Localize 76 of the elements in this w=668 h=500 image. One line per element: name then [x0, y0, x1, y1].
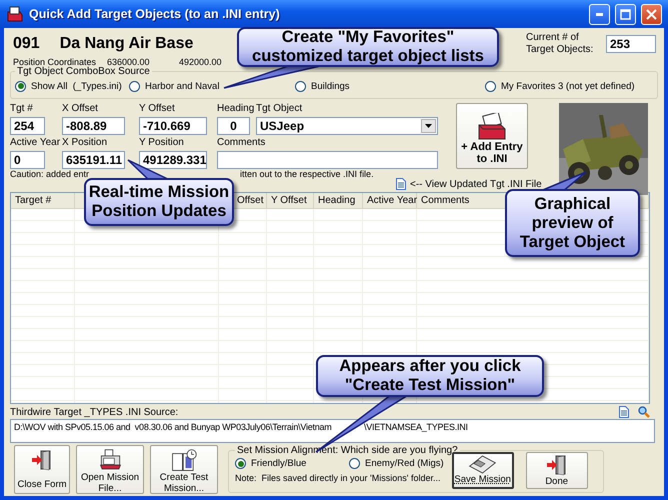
input-field[interactable]: -808.89 — [62, 117, 125, 135]
card-file-icon — [476, 113, 508, 141]
close-icon — [646, 8, 657, 20]
column-header[interactable]: Target # — [15, 195, 52, 206]
callout: Appears after you click "Create Test Mission" — [316, 355, 544, 397]
base-code: 091 — [13, 35, 40, 53]
done-button[interactable]: Done — [526, 452, 588, 489]
input-field[interactable] — [217, 151, 438, 169]
window-title: Quick Add Target Objects (to an .INI entry) — [29, 7, 281, 21]
field-label: Heading — [217, 103, 254, 115]
column-header[interactable]: Heading — [318, 195, 356, 206]
input-field[interactable]: 0 — [217, 117, 250, 135]
coordinate-value: 636000.00 — [107, 57, 151, 67]
field-label: Y Offset — [139, 103, 175, 115]
exit-door-icon — [31, 449, 53, 471]
radio-label: My Favorites 3 (not yet defined) — [501, 80, 635, 92]
radio-button[interactable] — [349, 458, 360, 469]
caution-text: Caution: added entr — [10, 169, 90, 179]
radio-label: Harbor and Naval — [145, 80, 220, 92]
column-header[interactable]: Active Year — [367, 195, 418, 206]
callout: Graphical preview of Target Object — [505, 189, 640, 257]
radio-button[interactable] — [485, 80, 496, 92]
book-clock-icon — [171, 449, 197, 472]
toolbar-button[interactable]: Create Test Mission... — [150, 445, 218, 494]
save-mission-button[interactable]: Save Mission — [452, 452, 514, 489]
group-legend: Tgt Object ComboBox Source — [15, 66, 152, 77]
search-icon[interactable] — [638, 406, 650, 418]
input-field[interactable]: 635191.11 — [62, 151, 125, 169]
document-icon[interactable] — [619, 406, 629, 418]
toolbar-button[interactable]: Open Mission File... — [76, 445, 144, 494]
radio-button[interactable] — [235, 458, 246, 469]
input-field[interactable]: 0 — [10, 151, 45, 169]
column-header[interactable]: Offset — [237, 195, 264, 206]
field-label: Active Year — [10, 137, 60, 149]
input-field[interactable]: -710.669 — [139, 117, 207, 135]
radio-label: Buildings — [311, 80, 350, 92]
exit-door-icon — [546, 454, 568, 476]
field-label: Comments — [217, 137, 266, 149]
close-button[interactable] — [641, 4, 662, 24]
caution-text: itten out to the respective .INI file. — [240, 169, 374, 179]
radio-label: Show All (_Types.ini) — [31, 80, 122, 92]
callout: Real-time Mission Position Updates — [84, 178, 234, 226]
minimize-button[interactable] — [589, 4, 610, 24]
maximize-button[interactable] — [615, 4, 636, 24]
radio-label: Friendly/Blue — [251, 458, 306, 469]
radio-button[interactable] — [295, 80, 306, 92]
input-field[interactable]: 254 — [10, 117, 45, 135]
app-icon — [6, 6, 24, 22]
base-name: Da Nang Air Base — [60, 35, 194, 53]
field-label: Y Position — [139, 137, 184, 149]
field-label: Tgt # — [10, 103, 33, 115]
callout: Create "My Favorites" customized target object lists — [237, 27, 499, 67]
view-file-link[interactable]: <-- View Updated Tgt .INI File — [396, 178, 542, 190]
radio-button[interactable] — [15, 80, 26, 92]
maximize-icon — [620, 8, 631, 20]
coordinates-label: Position Coordinates — [13, 57, 96, 67]
minimize-icon — [596, 12, 603, 16]
count-field[interactable]: 253 — [606, 35, 656, 53]
toolbar-button[interactable]: Close Form — [14, 445, 70, 494]
note-text: Note: Files saved directly in your 'Missions' folder... — [235, 473, 441, 483]
column-header[interactable]: Y Offset — [271, 195, 307, 206]
document-icon — [396, 178, 406, 190]
field-label: X Offset — [62, 103, 98, 115]
coordinate-value: 492000.00 — [179, 57, 222, 67]
source-path-field[interactable]: D:\WOV with SPv05.15.06 and v08.30.06 and Bunyap WP03July06\Terrain\Vietnam \VIETNAMSEA_TYPES.INI — [10, 419, 655, 443]
printer-icon — [98, 449, 122, 472]
combo-box[interactable]: USJeep — [256, 117, 438, 135]
source-label: Thirdwire Target _TYPES .INI Source: — [10, 406, 178, 418]
radio-label: Enemy/Red (Migs) — [365, 458, 444, 469]
radio-button[interactable] — [129, 80, 140, 92]
add-entry-button[interactable]: + Add Entry to .INI — [456, 103, 528, 169]
field-label: X Position — [62, 137, 108, 149]
input-field[interactable]: 491289.331 — [139, 151, 207, 169]
column-header[interactable]: Comments — [421, 195, 470, 206]
field-label: Tgt Object — [256, 103, 302, 115]
count-label: Current # of Target Objects: — [526, 32, 594, 56]
